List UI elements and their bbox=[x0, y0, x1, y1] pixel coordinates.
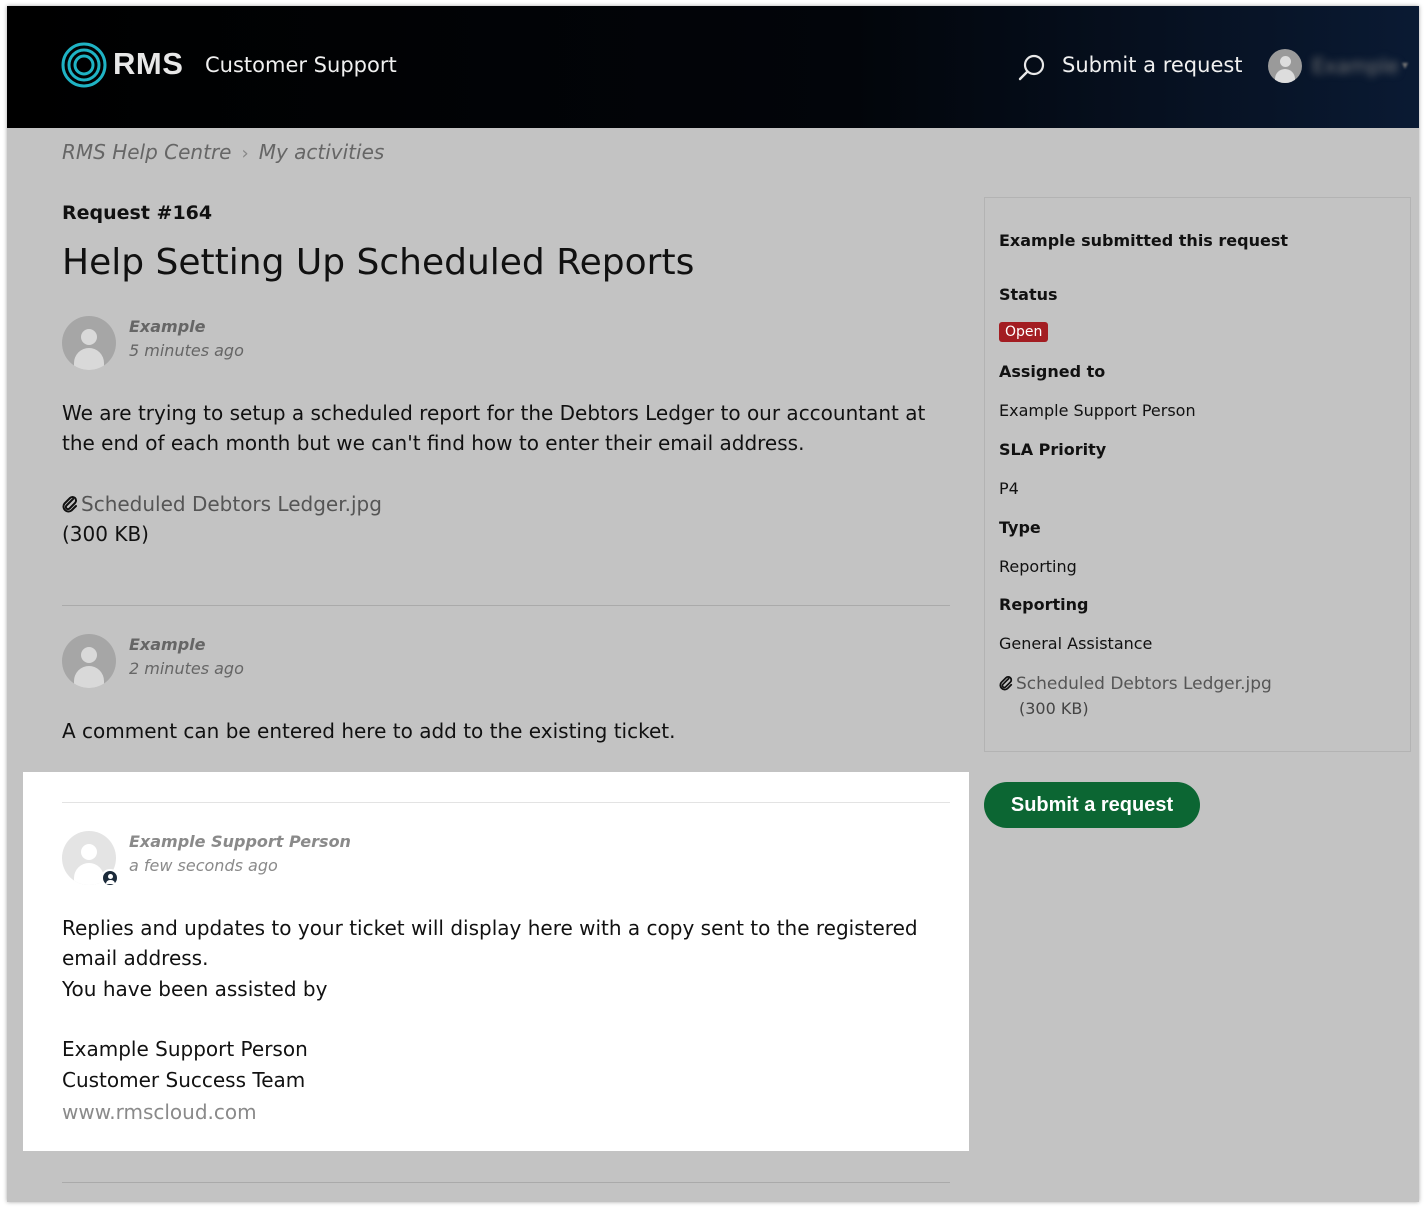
rms-logo-icon[interactable] bbox=[61, 42, 107, 88]
comment-time: a few seconds ago bbox=[129, 856, 278, 875]
sidebar-attachment-link[interactable]: Scheduled Debtors Ledger.jpg bbox=[999, 674, 1272, 694]
signature-team: Customer Success Team bbox=[62, 1068, 306, 1092]
type-value: Reporting bbox=[999, 557, 1077, 576]
header-title[interactable]: Customer Support bbox=[205, 53, 397, 77]
chevron-down-icon[interactable]: ▾ bbox=[1402, 58, 1408, 72]
attachment-name[interactable]: Scheduled Debtors Ledger.jpg bbox=[81, 492, 382, 516]
request-details-panel: Example submitted this request Status Op… bbox=[984, 197, 1411, 752]
breadcrumb-current[interactable]: My activities bbox=[259, 140, 385, 164]
request-number: Request #164 bbox=[62, 202, 213, 224]
top-header: RMS Customer Support Submit a request Ex… bbox=[7, 6, 1419, 128]
avatar bbox=[62, 634, 116, 688]
comment-body: We are trying to setup a scheduled repor… bbox=[62, 401, 926, 455]
paperclip-icon bbox=[62, 495, 78, 513]
comment-body: Replies and updates to your ticket will … bbox=[62, 916, 918, 970]
comment-divider bbox=[62, 802, 950, 803]
comment-divider bbox=[62, 605, 950, 606]
comment-author: Example Support Person bbox=[129, 832, 351, 851]
sla-priority-label: SLA Priority bbox=[999, 440, 1107, 459]
comment-divider bbox=[62, 1182, 950, 1183]
reporting-value: General Assistance bbox=[999, 634, 1153, 653]
logo-text[interactable]: RMS bbox=[113, 46, 183, 82]
agent-badge-icon bbox=[101, 869, 119, 887]
attachment-link[interactable]: Scheduled Debtors Ledger.jpg bbox=[62, 492, 382, 516]
sla-priority-value: P4 bbox=[999, 479, 1019, 498]
reporting-label: Reporting bbox=[999, 595, 1089, 614]
avatar bbox=[62, 316, 116, 370]
user-avatar-icon[interactable] bbox=[1268, 49, 1302, 83]
paperclip-icon bbox=[999, 675, 1013, 691]
attachment-size: (300 KB) bbox=[62, 522, 149, 546]
request-title: Help Setting Up Scheduled Reports bbox=[62, 242, 695, 283]
comment-author: Example bbox=[129, 635, 206, 654]
sidebar-attachment-size: (300 KB) bbox=[1019, 699, 1089, 718]
comment-time: 2 minutes ago bbox=[129, 659, 244, 678]
header-submit-request-link[interactable]: Submit a request bbox=[1062, 53, 1243, 77]
status-badge: Open bbox=[999, 322, 1049, 342]
comment-body: A comment can be entered here to add to … bbox=[62, 719, 676, 743]
signature-website-link[interactable]: www.rmscloud.com bbox=[62, 1100, 257, 1124]
submitted-by-text: Example submitted this request bbox=[999, 231, 1288, 250]
comment-author: Example bbox=[129, 317, 206, 336]
breadcrumb-separator: › bbox=[241, 143, 249, 164]
status-label: Status bbox=[999, 285, 1058, 304]
assigned-value: Example Support Person bbox=[999, 401, 1196, 420]
breadcrumb: RMS Help Centre › My activities bbox=[62, 140, 384, 164]
submit-request-button[interactable]: Submit a request bbox=[984, 782, 1200, 828]
sidebar-attachment-name[interactable]: Scheduled Debtors Ledger.jpg bbox=[1016, 674, 1272, 694]
type-label: Type bbox=[999, 518, 1041, 537]
assigned-label: Assigned to bbox=[999, 362, 1106, 381]
signature-name: Example Support Person bbox=[62, 1037, 308, 1061]
user-name[interactable]: Example bbox=[1312, 54, 1399, 78]
highlighted-reply-card: Example Support Person a few seconds ago… bbox=[23, 772, 969, 1151]
page-frame: RMS Customer Support Submit a request Ex… bbox=[7, 6, 1419, 1202]
comment-time: 5 minutes ago bbox=[129, 341, 244, 360]
breadcrumb-home[interactable]: RMS Help Centre bbox=[62, 140, 231, 164]
comment-body-line: You have been assisted by bbox=[62, 977, 328, 1001]
search-icon[interactable] bbox=[1017, 53, 1047, 83]
